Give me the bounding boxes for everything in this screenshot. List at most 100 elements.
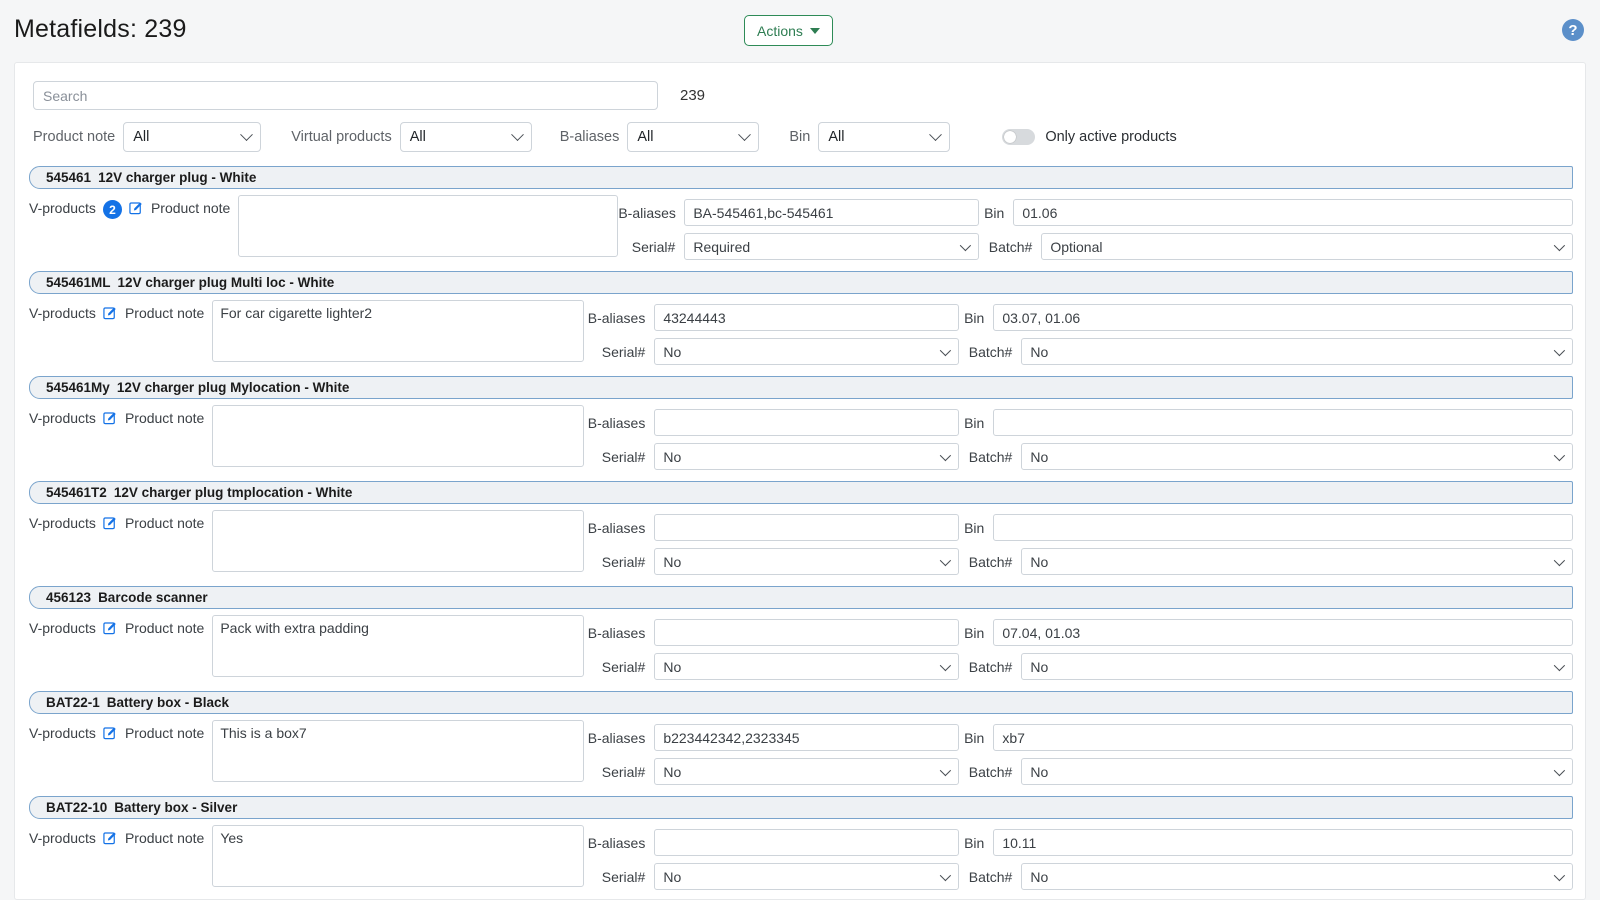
b-aliases-label: B-aliases xyxy=(584,625,654,641)
b-aliases-input[interactable] xyxy=(684,199,979,226)
b-aliases-input[interactable] xyxy=(654,724,959,751)
v-products-label: V-products xyxy=(29,620,96,636)
batch-select[interactable]: No xyxy=(1021,863,1573,890)
filter-product-note-select[interactable]: All xyxy=(123,122,261,152)
b-aliases-field-row: B-aliases Bin xyxy=(584,724,1573,751)
product-row-header[interactable]: 456123 Barcode scanner xyxy=(29,586,1573,609)
filter-virtual-products-select[interactable]: All xyxy=(400,122,532,152)
product-note-textarea[interactable] xyxy=(212,405,584,467)
serial-label: Serial# xyxy=(584,659,654,675)
bin-input[interactable] xyxy=(993,724,1573,751)
b-aliases-field-row: B-aliases Bin xyxy=(618,199,1573,226)
batch-select[interactable]: Optional xyxy=(1041,233,1573,260)
bin-input[interactable] xyxy=(1013,199,1573,226)
actions-button[interactable]: Actions xyxy=(744,15,833,46)
b-aliases-input[interactable] xyxy=(654,829,959,856)
filter-b-aliases-select[interactable]: All xyxy=(627,122,759,152)
product-row-header[interactable]: BAT22-10 Battery box - Silver xyxy=(29,796,1573,819)
v-products-label: V-products xyxy=(29,200,96,216)
batch-select[interactable]: No xyxy=(1021,548,1573,575)
product-name: 12V charger plug Mylocation - White xyxy=(117,380,350,395)
product-row-body: V-products Product note B-aliases Bin xyxy=(15,819,1585,900)
b-aliases-input[interactable] xyxy=(654,514,959,541)
product-note-label: Product note xyxy=(125,515,204,531)
b-aliases-input[interactable] xyxy=(654,304,959,331)
product-row: 545461T2 12V charger plug tmplocation - … xyxy=(15,481,1585,586)
product-row-header[interactable]: 545461My 12V charger plug Mylocation - W… xyxy=(29,376,1573,399)
serial-select[interactable]: No xyxy=(654,863,959,890)
serial-value: No xyxy=(663,659,681,675)
product-note-textarea[interactable] xyxy=(212,510,584,572)
batch-select[interactable]: No xyxy=(1021,443,1573,470)
actions-button-label: Actions xyxy=(757,23,803,39)
product-note-textarea[interactable] xyxy=(238,195,618,257)
product-left-fields: V-products Product note xyxy=(29,615,204,636)
serial-select[interactable]: No xyxy=(654,338,959,365)
product-right-fields: B-aliases Bin Serial# No Batch# No xyxy=(584,300,1573,365)
b-aliases-input[interactable] xyxy=(654,409,959,436)
product-note-textarea[interactable] xyxy=(212,720,584,782)
only-active-products-toggle[interactable] xyxy=(1002,129,1035,145)
filter-row-search: 239 xyxy=(33,81,1585,110)
batch-value: No xyxy=(1030,869,1048,885)
edit-pencil-icon[interactable] xyxy=(103,725,118,740)
filter-product-note-label: Product note xyxy=(33,129,115,145)
edit-pencil-icon[interactable] xyxy=(103,410,118,425)
only-active-products-label: Only active products xyxy=(1045,129,1176,145)
b-aliases-input[interactable] xyxy=(654,619,959,646)
serial-select[interactable]: No xyxy=(654,548,959,575)
serial-batch-field-row: Serial# No Batch# No xyxy=(584,758,1573,785)
batch-select[interactable]: No xyxy=(1021,653,1573,680)
product-sku: 545461My xyxy=(46,380,110,395)
batch-select[interactable]: No xyxy=(1021,758,1573,785)
serial-value: No xyxy=(663,554,681,570)
chevron-down-icon xyxy=(1554,344,1565,355)
product-row-header[interactable]: 545461T2 12V charger plug tmplocation - … xyxy=(29,481,1573,504)
v-products-count-badge[interactable]: 2 xyxy=(103,200,122,219)
product-name: 12V charger plug tmplocation - White xyxy=(114,485,353,500)
chevron-down-icon xyxy=(1554,764,1565,775)
product-note-textarea[interactable] xyxy=(212,300,584,362)
edit-pencil-icon[interactable] xyxy=(103,830,118,845)
serial-select[interactable]: No xyxy=(654,653,959,680)
product-row-header[interactable]: 545461 12V charger plug - White xyxy=(29,166,1573,189)
serial-select[interactable]: No xyxy=(654,758,959,785)
serial-select[interactable]: No xyxy=(654,443,959,470)
bin-input[interactable] xyxy=(993,409,1573,436)
b-aliases-label: B-aliases xyxy=(584,310,654,326)
chevron-down-icon xyxy=(940,869,951,880)
product-right-fields: B-aliases Bin Serial# No Batch# No xyxy=(584,615,1573,680)
bin-input[interactable] xyxy=(993,829,1573,856)
edit-pencil-icon[interactable] xyxy=(103,620,118,635)
batch-select[interactable]: No xyxy=(1021,338,1573,365)
edit-pencil-icon[interactable] xyxy=(103,515,118,530)
product-row-body: V-products Product note B-aliases Bin xyxy=(15,714,1585,796)
batch-value: Optional xyxy=(1050,239,1102,255)
batch-label: Batch# xyxy=(959,449,1021,465)
serial-value: No xyxy=(663,449,681,465)
serial-batch-field-row: Serial# No Batch# No xyxy=(584,338,1573,365)
product-name: 12V charger plug Multi loc - White xyxy=(118,275,335,290)
product-row: 545461My 12V charger plug Mylocation - W… xyxy=(15,376,1585,481)
edit-pencil-icon[interactable] xyxy=(103,305,118,320)
search-input[interactable] xyxy=(33,81,658,110)
chevron-down-icon xyxy=(940,659,951,670)
b-aliases-field-row: B-aliases Bin xyxy=(584,619,1573,646)
product-row: 456123 Barcode scanner V-products Produc… xyxy=(15,586,1585,691)
filter-bin-select[interactable]: All xyxy=(818,122,950,152)
product-row-header[interactable]: 545461ML 12V charger plug Multi loc - Wh… xyxy=(29,271,1573,294)
edit-pencil-icon[interactable] xyxy=(129,200,144,215)
bin-input[interactable] xyxy=(993,514,1573,541)
serial-label: Serial# xyxy=(618,239,684,255)
product-left-fields: V-products Product note xyxy=(29,825,204,846)
product-row-header[interactable]: BAT22-1 Battery box - Black xyxy=(29,691,1573,714)
serial-label: Serial# xyxy=(584,869,654,885)
product-note-textarea[interactable] xyxy=(212,615,584,677)
bin-input[interactable] xyxy=(993,619,1573,646)
serial-select[interactable]: Required xyxy=(684,233,979,260)
bin-input[interactable] xyxy=(993,304,1573,331)
product-note-textarea[interactable] xyxy=(212,825,584,887)
b-aliases-label: B-aliases xyxy=(618,205,684,221)
product-name: 12V charger plug - White xyxy=(98,170,256,185)
help-circle-icon[interactable]: ? xyxy=(1562,19,1584,41)
